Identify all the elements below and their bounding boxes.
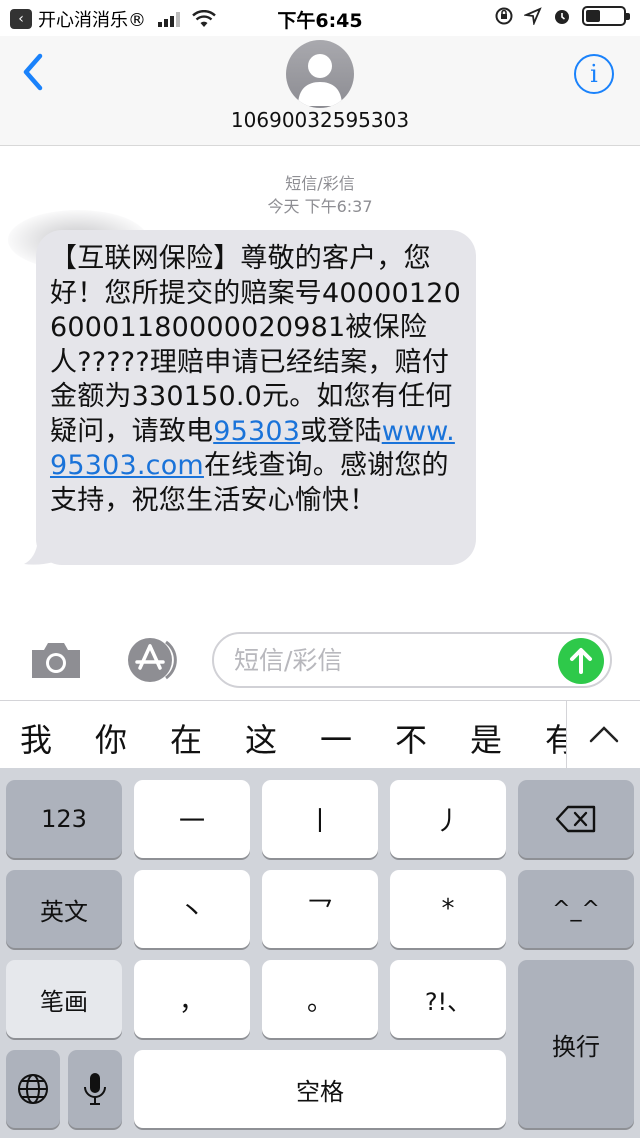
send-button[interactable] [558,638,604,684]
candidate-word[interactable]: 一 [320,715,352,761]
microphone-icon [84,1073,106,1105]
candidate-word[interactable]: 你 [95,715,127,761]
keyboard: 123 一 丨 丿 英文 丶 乛 * ^_^ 笔画 ， 。 ?!、 换行 空格 [0,768,640,1138]
backspace-icon [555,805,596,833]
battery-icon [582,6,630,26]
globe-icon [18,1074,48,1104]
delete-key[interactable] [518,780,634,858]
candidate-word[interactable]: 是 [470,715,502,761]
status-right [494,6,630,26]
info-button[interactable]: i [574,54,614,94]
conversation-header: 10690032595303 i [0,36,640,146]
app-store-button[interactable] [120,634,180,686]
candidate-bar: 我 你 在 这 一 不 是 有 [0,700,640,769]
key-bihua-mode[interactable]: 笔画 [6,960,122,1038]
contact-avatar[interactable] [286,40,354,108]
key-stroke-zhe[interactable]: 乛 [262,870,378,948]
person-silhouette-icon [298,54,342,106]
back-button[interactable] [16,50,52,94]
key-stroke-heng[interactable]: 一 [134,780,250,858]
key-star[interactable]: * [390,870,506,948]
key-stroke-pie[interactable]: 丿 [390,780,506,858]
compose-bar [0,620,640,700]
candidate-word[interactable]: 不 [395,715,427,761]
camera-button[interactable] [28,638,84,682]
key-period[interactable]: 。 [262,960,378,1038]
contact-number[interactable]: 10690032595303 [0,108,640,132]
key-punctuation[interactable]: ?!、 [390,960,506,1038]
return-key[interactable]: 换行 [518,960,634,1128]
message-text-between: 或登陆 [300,415,382,447]
arrow-up-icon [570,648,592,674]
status-bar: ‹ 开心消消乐® 下午6:45 [0,0,640,36]
candidate-word[interactable]: 在 [170,715,202,761]
message-text: 【互联网保险】尊敬的客户，您好！您所提交的赔案号4000012060001180… [50,242,462,518]
key-123[interactable]: 123 [6,780,122,858]
incoming-message-bubble[interactable]: 【互联网保险】尊敬的客户，您好！您所提交的赔案号4000012060001180… [36,230,476,565]
dictation-key[interactable] [68,1050,122,1128]
key-stroke-dian[interactable]: 丶 [134,870,250,948]
candidate-word[interactable]: 这 [245,715,277,761]
candidate-word[interactable]: 我 [20,715,52,761]
key-emoticon[interactable]: ^_^ [518,870,634,948]
key-english[interactable]: 英文 [6,870,122,948]
chevron-up-icon [589,726,619,743]
battery-level [586,10,600,22]
orientation-lock-icon [495,7,513,25]
space-key[interactable]: 空格 [134,1050,506,1128]
phone-link[interactable]: 95303 [213,416,300,447]
expand-candidates-button[interactable] [566,701,640,769]
globe-key[interactable] [6,1050,60,1128]
key-comma[interactable]: ， [134,960,250,1038]
message-input[interactable] [212,632,612,688]
message-type-label: 短信/彩信 [285,174,355,193]
alarm-icon [555,10,569,24]
key-stroke-shu[interactable]: 丨 [262,780,378,858]
location-arrow-icon [524,7,542,25]
